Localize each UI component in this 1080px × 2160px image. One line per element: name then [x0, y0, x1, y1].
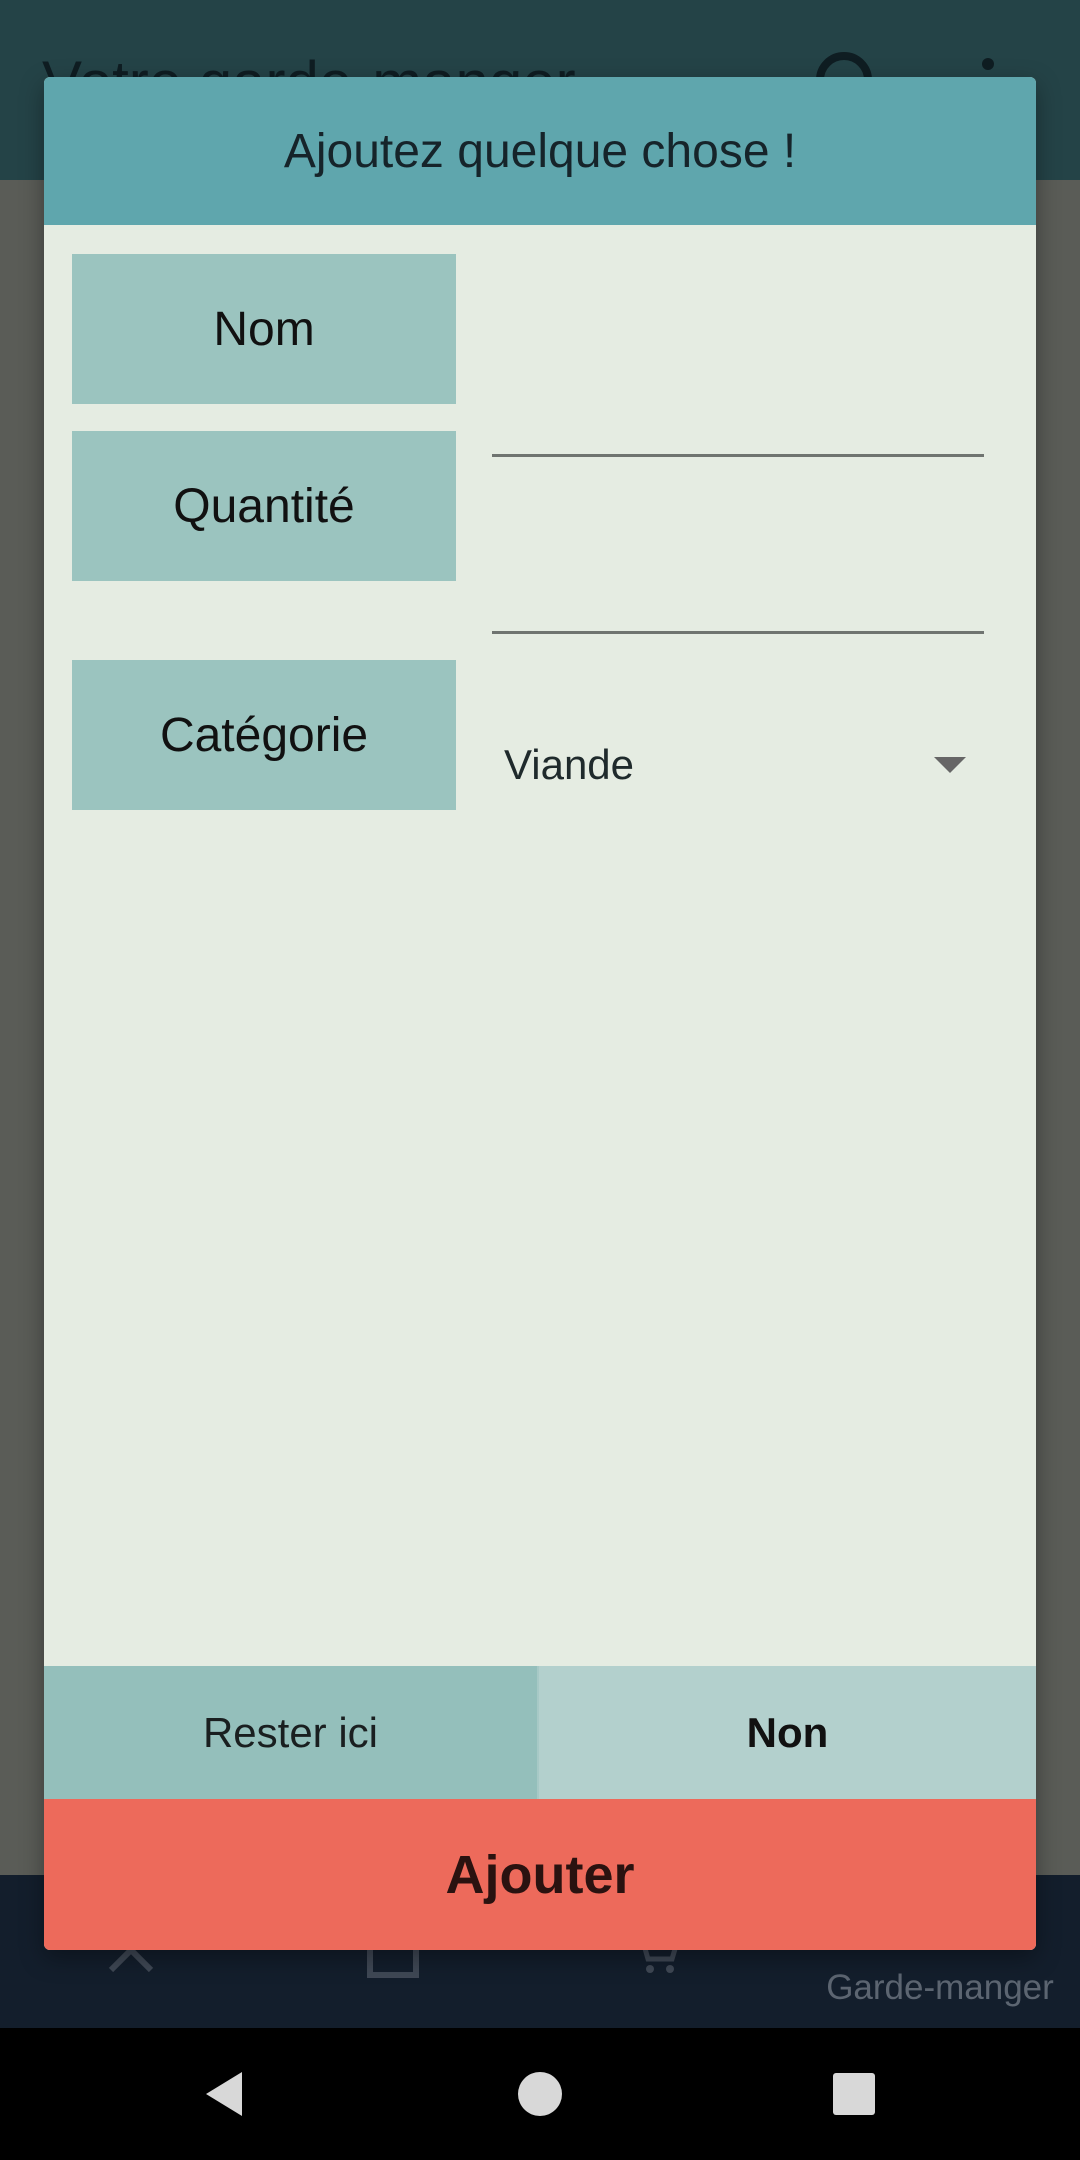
quantity-label: Quantité	[72, 431, 456, 581]
name-label: Nom	[72, 254, 456, 404]
chevron-down-icon	[934, 757, 966, 773]
category-label: Catégorie	[72, 660, 456, 810]
add-item-dialog: Ajoutez quelque chose ! Nom Quantité Cat…	[44, 77, 1036, 1950]
dialog-button-row: Rester ici Non	[44, 1666, 1036, 1799]
name-input[interactable]	[492, 397, 984, 457]
dialog-header: Ajoutez quelque chose !	[44, 77, 1036, 225]
stay-here-button[interactable]: Rester ici	[44, 1666, 539, 1799]
nav-label-pantry: Garde-manger	[826, 1968, 1054, 2007]
quantity-input[interactable]	[492, 574, 984, 634]
category-selected-value: Viande	[504, 741, 635, 788]
recents-icon[interactable]	[826, 2066, 882, 2122]
no-button[interactable]: Non	[539, 1666, 1036, 1799]
home-icon[interactable]	[512, 2066, 568, 2122]
dialog-title: Ajoutez quelque chose !	[283, 124, 797, 178]
add-button[interactable]: Ajouter	[44, 1799, 1036, 1950]
back-icon[interactable]	[198, 2066, 254, 2122]
category-select[interactable]: Viande	[492, 705, 984, 825]
system-navigation-bar	[0, 2028, 1080, 2160]
